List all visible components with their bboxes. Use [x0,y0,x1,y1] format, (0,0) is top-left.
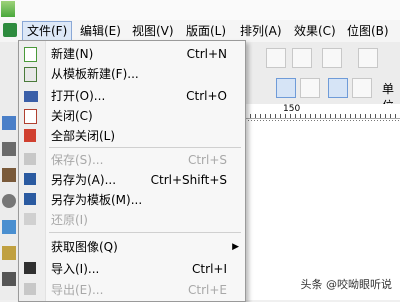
new-document-icon [24,47,37,62]
menu-item-shortcut: Ctrl+E [188,283,227,297]
menu-item-label: 保存(S)... [51,153,104,167]
toolbox [0,106,19,300]
title-bar [0,0,400,20]
menu-item-save-as[interactable]: 另存为(A)... Ctrl+Shift+S [19,170,245,190]
menu-item-label: 关闭(C) [51,109,93,123]
drawing-canvas[interactable] [245,119,400,300]
display-icon[interactable] [322,48,342,68]
save-as-icon [24,173,36,185]
align-icon[interactable] [266,48,286,68]
menu-arrange[interactable]: 排列(A) [236,22,286,40]
document-icon[interactable] [3,23,17,37]
menu-edit[interactable]: 编辑(E) [76,22,125,40]
portrait-icon[interactable] [276,78,296,98]
landscape-icon[interactable] [300,78,320,98]
submenu-arrow-icon: ▶ [232,242,239,252]
freehand-tool-icon[interactable] [2,220,16,234]
pick-tool-icon[interactable] [2,116,16,130]
menu-item-acquire-image[interactable]: 获取图像(Q) ▶ [19,237,245,257]
menu-item-shortcut: Ctrl+I [192,262,227,276]
page-border-line [245,120,400,121]
menu-item-label: 另存为模板(M)... [51,193,143,207]
template-icon [24,67,37,82]
import-icon [24,262,36,274]
menu-item-label: 打开(O)... [51,89,106,103]
shape-tool-icon[interactable] [2,142,16,156]
zoom-tool-icon[interactable] [2,194,16,208]
menu-view[interactable]: 视图(V) [128,22,178,40]
menu-item-label: 全部关闭(L) [51,129,116,143]
menu-item-new[interactable]: 新建(N) Ctrl+N [19,44,245,64]
options-icon[interactable] [358,48,378,68]
app-logo-icon [1,1,15,17]
all-pages-icon[interactable] [328,78,348,98]
close-all-icon [24,129,36,142]
menu-item-close-all[interactable]: 全部关闭(L) [19,126,245,146]
menu-bitmaps[interactable]: 位图(B) [343,22,393,40]
menu-separator [49,147,241,148]
current-page-icon[interactable] [352,78,372,98]
save-icon [24,153,36,165]
menu-item-new-from-template[interactable]: 从模板新建(F)... [19,64,245,84]
transform-icon[interactable] [292,48,312,68]
open-folder-icon [24,91,38,102]
menu-item-shortcut: Ctrl+Shift+S [150,173,227,187]
menu-item-label: 还原(I) [51,213,88,227]
menu-item-label: 获取图像(Q) [51,240,118,254]
export-icon [24,283,36,295]
menu-item-shortcut: Ctrl+S [187,153,227,167]
menu-item-save-as-template[interactable]: 另存为模板(M)... [19,190,245,210]
save-template-icon [24,193,36,205]
menu-effects[interactable]: 效果(C) [290,22,340,40]
menu-item-label: 从模板新建(F)... [51,67,139,81]
revert-icon [24,213,36,225]
menu-item-save[interactable]: 保存(S)... Ctrl+S [19,150,245,170]
close-document-icon [24,109,37,124]
smart-fill-icon[interactable] [2,246,16,260]
crop-tool-icon[interactable] [2,168,16,182]
menu-item-import[interactable]: 导入(I)... Ctrl+I [19,259,245,279]
menu-item-label: 另存为(A)... [51,173,117,187]
watermark: 头条 @咬呦眼听说 [300,278,393,291]
rectangle-tool-icon[interactable] [2,272,16,286]
menu-item-label: 导入(I)... [51,262,100,276]
menu-item-export[interactable]: 导出(E)... Ctrl+E [19,280,245,300]
menu-item-label: 导出(E)... [51,283,104,297]
horizontal-ruler: 150 [245,104,400,119]
menu-item-close[interactable]: 关闭(C) [19,106,245,126]
menu-separator [49,232,241,233]
file-menu-dropdown: 新建(N) Ctrl+N 从模板新建(F)... 打开(O)... Ctrl+O… [18,40,246,302]
menu-item-label: 新建(N) [51,47,94,61]
menu-item-open[interactable]: 打开(O)... Ctrl+O [19,86,245,106]
menu-file[interactable]: 文件(F) [22,21,73,41]
menu-item-shortcut: Ctrl+N [186,47,227,61]
ruler-label-150: 150 [283,104,301,114]
menu-item-revert[interactable]: 还原(I) [19,210,245,230]
menu-layout[interactable]: 版面(L) [182,22,230,40]
menu-item-shortcut: Ctrl+O [186,89,227,103]
